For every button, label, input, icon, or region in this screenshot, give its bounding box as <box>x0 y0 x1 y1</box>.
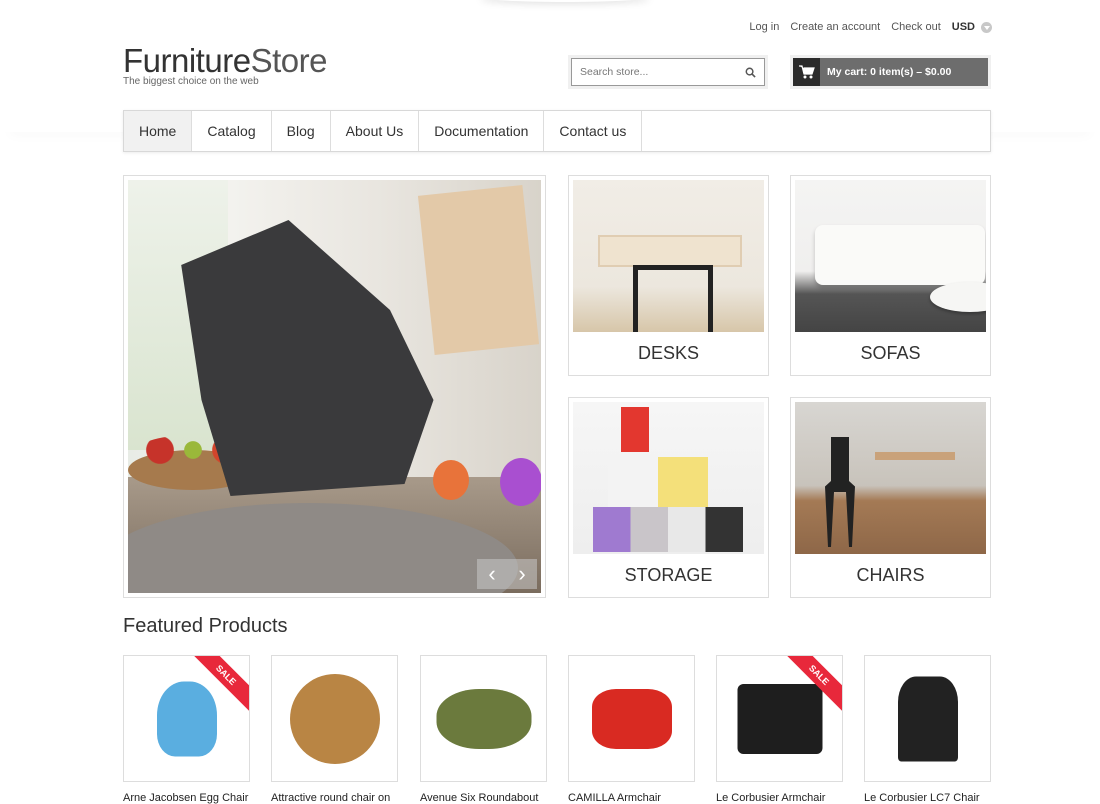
featured-products-title: Featured Products <box>123 615 288 637</box>
chevron-left-icon[interactable]: ‹ <box>488 563 495 585</box>
product-image <box>436 688 531 749</box>
logo-part1: Furniture <box>123 42 251 79</box>
category-label: SOFAS <box>860 343 921 363</box>
category-label: CHAIRS <box>856 565 925 585</box>
product-name[interactable]: Le Corbusier LC7 Chair <box>864 792 1004 804</box>
category-label: DESKS <box>637 343 700 363</box>
nav-catalog[interactable]: Catalog <box>192 111 272 151</box>
category-desks-image <box>573 180 764 332</box>
category-storage-image <box>573 402 764 554</box>
product-image <box>591 688 672 749</box>
cart-icon <box>793 58 820 86</box>
product-card[interactable] <box>568 655 695 782</box>
product-name[interactable]: Arne Jacobsen Egg Chair <box>123 792 263 804</box>
hero-slider: ‹ › <box>123 175 546 598</box>
create-account-link[interactable]: Create an account <box>790 21 880 33</box>
category-desks[interactable]: DESKS <box>568 175 769 376</box>
nav-home[interactable]: Home <box>124 111 193 151</box>
cart-button[interactable]: My cart: 0 item(s) – $0.00 <box>790 55 991 89</box>
category-sofas[interactable]: SOFAS <box>790 175 991 376</box>
slide-balloon-orange <box>433 460 469 500</box>
logo[interactable]: FurnitureStore The biggest choice on the… <box>123 42 328 88</box>
product-card[interactable]: SALE <box>123 655 250 782</box>
search-icon[interactable] <box>745 67 756 78</box>
search-input[interactable]: Search store... <box>571 58 765 86</box>
nav-about-us[interactable]: About Us <box>331 111 420 151</box>
product-card[interactable] <box>420 655 547 782</box>
product-name[interactable]: Attractive round chair on <box>271 792 411 804</box>
chevron-right-icon[interactable]: › <box>518 563 525 585</box>
nav-contact-us[interactable]: Contact us <box>544 111 643 151</box>
product-card[interactable]: SALE <box>716 655 843 782</box>
search-box: Search store... <box>568 55 768 89</box>
chevron-down-icon[interactable] <box>981 21 992 33</box>
product-card[interactable] <box>271 655 398 782</box>
product-card[interactable] <box>864 655 991 782</box>
product-image <box>156 681 217 756</box>
slide-image-armchair[interactable]: ‹ › <box>128 180 541 593</box>
category-label: STORAGE <box>624 565 713 585</box>
product-image <box>289 673 380 764</box>
product-name[interactable]: Le Corbusier Armchair <box>716 792 856 804</box>
nav-blog[interactable]: Blog <box>272 111 331 151</box>
product-image <box>897 676 958 761</box>
search-placeholder: Search store... <box>580 66 649 78</box>
top-shadow <box>480 0 650 2</box>
main-nav: Home Catalog Blog About Us Documentation… <box>123 110 991 152</box>
category-chairs[interactable]: CHAIRS <box>790 397 991 598</box>
product-name[interactable]: CAMILLA Armchair <box>568 792 708 804</box>
slide-poster <box>417 184 540 356</box>
slider-controls: ‹ › <box>477 559 537 589</box>
storage-mid <box>608 457 708 507</box>
top-links: Log in Create an account Check out USD <box>738 21 992 33</box>
category-chairs-image <box>795 402 986 554</box>
slide-balloon-purple <box>500 458 541 506</box>
login-link[interactable]: Log in <box>749 21 779 33</box>
currency-selector[interactable]: USD <box>952 21 975 33</box>
nav-documentation[interactable]: Documentation <box>419 111 545 151</box>
product-image <box>737 683 822 754</box>
category-storage[interactable]: STORAGE <box>568 397 769 598</box>
product-name[interactable]: Avenue Six Roundabout <box>420 792 560 804</box>
checkout-link[interactable]: Check out <box>891 21 941 33</box>
logo-part2: Store <box>250 42 328 79</box>
cart-summary: My cart: 0 item(s) – $0.00 <box>820 58 988 86</box>
category-sofas-image <box>795 180 986 332</box>
